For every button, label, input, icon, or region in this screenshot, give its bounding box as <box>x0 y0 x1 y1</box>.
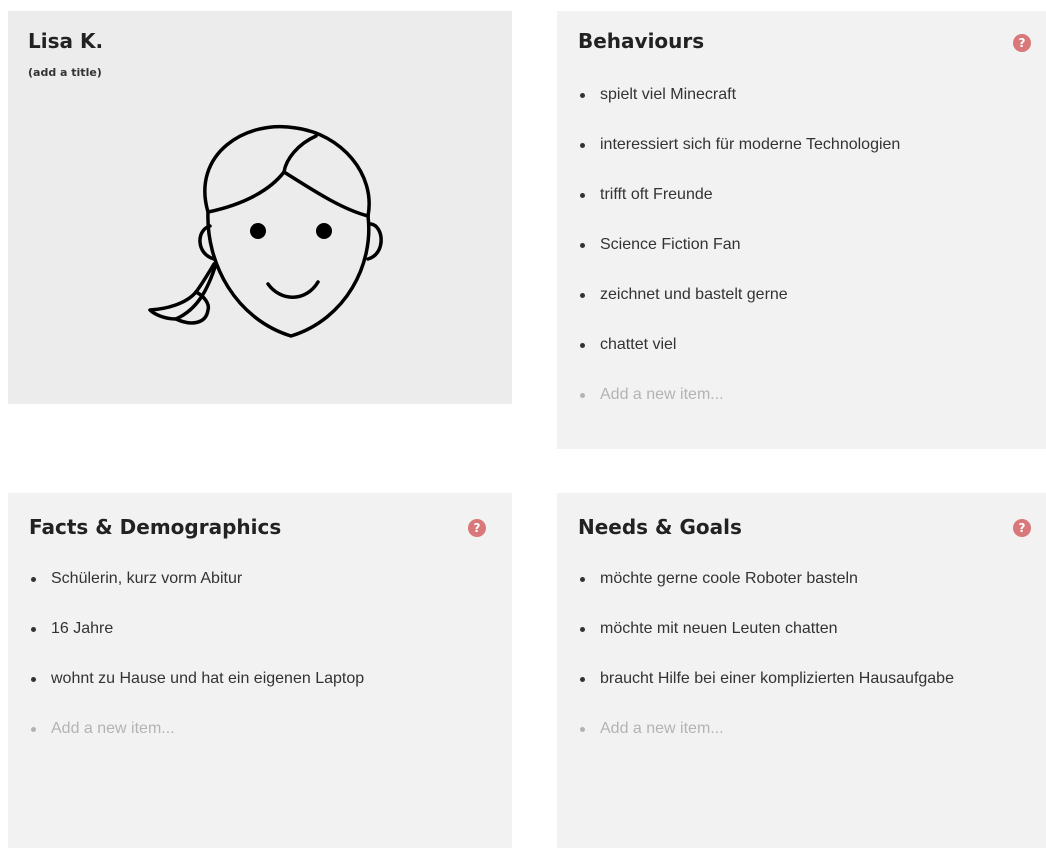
needs-title: Needs & Goals <box>578 515 742 539</box>
behaviours-list: spielt viel Minecraft interessiert sich … <box>578 83 900 433</box>
facts-demographics-card: Facts & Demographics ? Schülerin, kurz v… <box>8 493 512 848</box>
list-item[interactable]: chattet viel <box>578 333 900 383</box>
list-item[interactable]: spielt viel Minecraft <box>578 83 900 133</box>
list-item[interactable]: wohnt zu Hause und hat ein eigenen Lapto… <box>29 667 364 717</box>
behaviours-title: Behaviours <box>578 29 705 53</box>
list-item[interactable]: Science Fiction Fan <box>578 233 900 283</box>
add-item-input[interactable]: Add a new item... <box>29 717 364 767</box>
needs-goals-card: Needs & Goals ? möchte gerne coole Robot… <box>557 493 1046 848</box>
list-item[interactable]: 16 Jahre <box>29 617 364 667</box>
help-icon[interactable]: ? <box>468 519 486 537</box>
add-item-input[interactable]: Add a new item... <box>578 383 900 433</box>
persona-name[interactable]: Lisa K. <box>28 29 103 53</box>
persona-title-field[interactable]: (add a title) <box>28 66 102 79</box>
list-item[interactable]: möchte mit neuen Leuten chatten <box>578 617 954 667</box>
list-item[interactable]: trifft oft Freunde <box>578 183 900 233</box>
list-item[interactable]: möchte gerne coole Roboter basteln <box>578 567 954 617</box>
help-icon[interactable]: ? <box>1013 519 1031 537</box>
add-item-input[interactable]: Add a new item... <box>578 717 954 767</box>
list-item[interactable]: braucht Hilfe bei einer komplizierten Ha… <box>578 667 954 717</box>
help-icon[interactable]: ? <box>1013 34 1031 52</box>
list-item[interactable]: interessiert sich für moderne Technologi… <box>578 133 900 183</box>
behaviours-card: Behaviours ? spielt viel Minecraft inter… <box>557 11 1046 449</box>
list-item[interactable]: Schülerin, kurz vorm Abitur <box>29 567 364 617</box>
facts-title: Facts & Demographics <box>29 515 282 539</box>
persona-card: Lisa K. (add a title) <box>8 11 512 404</box>
girl-face-icon[interactable] <box>136 114 386 344</box>
needs-list: möchte gerne coole Roboter basteln möcht… <box>578 567 954 767</box>
list-item[interactable]: zeichnet und bastelt gerne <box>578 283 900 333</box>
facts-list: Schülerin, kurz vorm Abitur 16 Jahre woh… <box>29 567 364 767</box>
